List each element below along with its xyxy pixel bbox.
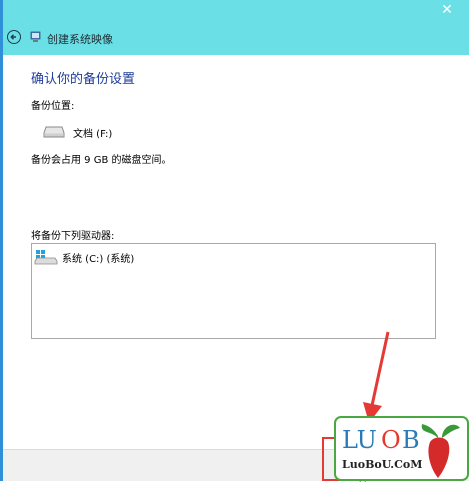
close-icon[interactable]: ✕	[439, 2, 455, 18]
drives-label: 将备份下列驱动器:	[31, 231, 115, 242]
windows-drive-icon	[34, 250, 58, 265]
back-arrow-icon[interactable]	[7, 30, 21, 44]
wizard-content: 确认你的备份设置 备份位置: 文档 (F:) 备份会占用 9 GB 的磁盘空间。…	[3, 55, 469, 449]
title-bar: 创建系统映像	[3, 21, 469, 55]
drives-list[interactable]: 系统 (C:) (系统)	[31, 243, 436, 339]
drive-item-label: 系统 (C:) (系统)	[62, 253, 135, 265]
window-title: 创建系统映像	[47, 33, 113, 46]
svg-text:B: B	[402, 426, 420, 454]
watermark-logo: LU O B LuoBoU.CoM	[334, 416, 469, 481]
system-image-icon	[30, 31, 41, 42]
svg-text:LuoBoU.CoM: LuoBoU.CoM	[342, 458, 422, 471]
space-note: 备份会占用 9 GB 的磁盘空间。	[31, 155, 172, 166]
list-item[interactable]: 系统 (C:) (系统)	[34, 249, 134, 265]
annotation-arrow	[363, 331, 390, 423]
svg-text:O: O	[381, 426, 401, 454]
window-top-edge: ✕	[3, 0, 469, 21]
backup-location-label: 备份位置:	[31, 101, 75, 112]
svg-text:LU: LU	[342, 426, 377, 454]
page-heading: 确认你的备份设置	[31, 72, 136, 87]
hard-drive-icon	[43, 126, 65, 138]
target-drive-name: 文档 (F:)	[73, 129, 113, 140]
